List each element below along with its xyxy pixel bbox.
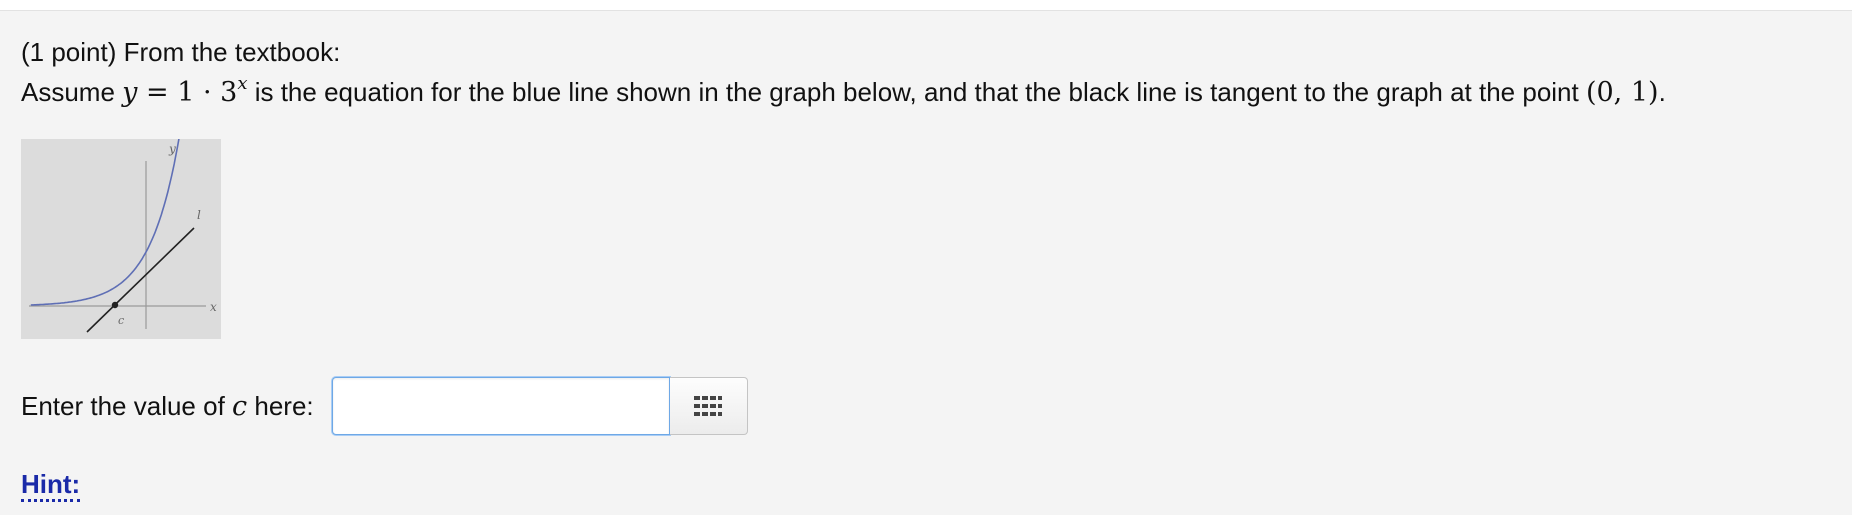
keypad-grid-icon xyxy=(694,396,723,416)
statement-text-middle: is the equation for the blue line shown … xyxy=(247,77,1586,107)
textbook-graph-image: y x l c xyxy=(21,139,221,339)
problem-panel: (1 point) From the textbook: Assume y = … xyxy=(0,10,1852,515)
answer-prompt-variable: c xyxy=(232,391,247,422)
statement-text-start: Assume xyxy=(21,77,123,107)
equation-rhs: = 1 · 3 xyxy=(137,77,238,108)
graph-point-c-label: c xyxy=(118,314,124,327)
equation: y = 1 · 3x xyxy=(122,75,247,109)
answer-prompt: Enter the value of c here: xyxy=(21,391,314,422)
problem-points-label: (1 point) From the textbook: xyxy=(21,37,341,67)
problem-statement: Assume y = 1 · 3x is the equation for th… xyxy=(21,75,1666,110)
variable-c: c xyxy=(232,390,248,422)
hint-link[interactable]: Hint: xyxy=(21,469,81,502)
answer-row: Enter the value of c here: xyxy=(21,377,748,435)
tangent-point: (0, 1) xyxy=(1585,77,1659,108)
statement-text-end: . xyxy=(1658,77,1666,107)
equation-y: y xyxy=(122,77,138,108)
graph-tangent-label: l xyxy=(197,208,201,222)
point-c-marker xyxy=(111,301,119,309)
graph-x-label: x xyxy=(210,300,217,314)
answer-prompt-start: Enter the value of xyxy=(21,390,233,421)
answer-prompt-end: here: xyxy=(247,390,314,421)
graph-figure: y x l c xyxy=(21,139,221,339)
answer-input[interactable] xyxy=(331,377,670,435)
graph-y-label: y xyxy=(168,142,176,156)
graph-background xyxy=(21,139,221,339)
math-keypad-button[interactable] xyxy=(669,377,748,435)
equation-exponent: x xyxy=(237,73,248,94)
